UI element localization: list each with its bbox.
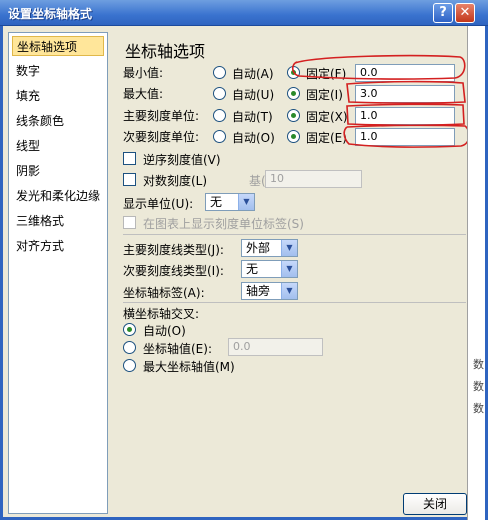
edge-glyph: 数 <box>473 380 484 393</box>
log-scale-checkbox[interactable] <box>123 173 136 186</box>
base-field[interactable]: 10 <box>265 170 362 188</box>
max-auto-label: 自动(U) <box>232 88 275 102</box>
sidebar-item-alignment[interactable]: 对齐方式 <box>12 236 104 256</box>
cross-value-radio[interactable] <box>123 341 136 354</box>
sidebar-item-shadow[interactable]: 阴影 <box>12 161 104 181</box>
section-title: 坐标轴选项 <box>125 42 206 61</box>
minor-unit-label: 次要刻度单位: <box>123 130 200 144</box>
display-unit-value: 无 <box>210 195 223 209</box>
display-unit-select[interactable]: 无 ▼ <box>205 193 255 211</box>
display-unit-label: 显示单位(U): <box>123 197 194 211</box>
sidebar-item-label: 数字 <box>16 64 41 78</box>
major-unit-fixed-label: 固定(X) <box>306 110 348 124</box>
show-unit-label-checkbox[interactable] <box>123 216 136 229</box>
minor-tick-label: 次要刻度线类型(I): <box>123 264 224 278</box>
max-auto-radio[interactable] <box>213 87 226 100</box>
axis-labels-select[interactable]: 轴旁 ▼ <box>241 282 298 300</box>
edge-glyph: 数 <box>473 358 484 371</box>
cross-value-field[interactable]: 0.0 <box>228 338 323 356</box>
category-sidebar: 坐标轴选项 数字 填充 线条颜色 线型 阴影 发光和柔化边缘 三维格式 对齐方式 <box>8 32 108 514</box>
log-scale-label: 对数刻度(L) <box>143 174 208 188</box>
cross-value-label: 坐标轴值(E): <box>143 342 212 356</box>
minor-tick-value: 无 <box>246 262 259 276</box>
chevron-down-icon: ▼ <box>281 283 297 299</box>
edge-glyph: 数 <box>473 402 484 415</box>
sidebar-item-label: 阴影 <box>16 164 41 178</box>
sidebar-item-number[interactable]: 数字 <box>12 61 104 81</box>
help-icon: ? <box>439 5 447 20</box>
crosses-title: 横坐标轴交叉: <box>123 307 200 321</box>
min-fixed-label: 固定(F) <box>306 67 347 81</box>
dialog-body: 坐标轴选项 数字 填充 线条颜色 线型 阴影 发光和柔化边缘 三维格式 对齐方式… <box>0 26 488 520</box>
major-unit-field[interactable]: 1.0 <box>355 107 455 125</box>
sidebar-item-axis-options[interactable]: 坐标轴选项 <box>12 36 104 56</box>
max-fixed-label: 固定(I) <box>306 88 343 102</box>
major-unit-label: 主要刻度单位: <box>123 109 200 123</box>
background-edge: 数 数 数 <box>467 26 485 520</box>
max-fixed-radio[interactable] <box>287 87 300 100</box>
close-button[interactable]: 关闭 <box>403 493 467 515</box>
chevron-down-icon: ▼ <box>281 261 297 277</box>
sidebar-item-label: 发光和柔化边缘 <box>16 189 101 203</box>
max-value-field[interactable]: 3.0 <box>355 85 455 103</box>
minor-unit-field[interactable]: 1.0 <box>355 128 455 146</box>
major-unit-fixed-radio[interactable] <box>287 109 300 122</box>
min-auto-label: 自动(A) <box>232 67 274 81</box>
major-unit-auto-radio[interactable] <box>213 109 226 122</box>
major-tick-select[interactable]: 外部 ▼ <box>241 239 298 257</box>
sidebar-item-fill[interactable]: 填充 <box>12 86 104 106</box>
min-auto-radio[interactable] <box>213 66 226 79</box>
chevron-down-icon: ▼ <box>281 240 297 256</box>
minor-unit-fixed-label: 固定(E) <box>306 131 347 145</box>
axis-options-panel: 坐标轴选项 最小值: 自动(A) 固定(F) 0.0 最大值: 自动(U) 固定… <box>115 32 470 514</box>
sidebar-item-label: 对齐方式 <box>16 239 65 253</box>
min-fixed-radio[interactable] <box>287 66 300 79</box>
window-title: 设置坐标轴格式 <box>8 7 93 21</box>
divider <box>123 302 466 303</box>
window-close-button[interactable]: ✕ <box>455 3 475 23</box>
reverse-order-checkbox[interactable] <box>123 152 136 165</box>
major-tick-label: 主要刻度线类型(J): <box>123 243 224 257</box>
min-value-field[interactable]: 0.0 <box>355 64 455 82</box>
major-unit-auto-label: 自动(T) <box>232 110 273 124</box>
help-button[interactable]: ? <box>433 3 453 23</box>
close-icon: ✕ <box>459 5 471 20</box>
sidebar-item-3d-format[interactable]: 三维格式 <box>12 211 104 231</box>
sidebar-item-label: 线条颜色 <box>16 114 65 128</box>
axis-labels-value: 轴旁 <box>246 284 271 298</box>
sidebar-item-label: 填充 <box>16 89 41 103</box>
max-label: 最大值: <box>123 87 164 101</box>
minor-unit-auto-radio[interactable] <box>213 130 226 143</box>
axis-labels-label: 坐标轴标签(A): <box>123 286 205 300</box>
minor-unit-auto-label: 自动(O) <box>232 131 275 145</box>
cross-auto-radio[interactable] <box>123 323 136 336</box>
show-unit-label-text: 在图表上显示刻度单位标签(S) <box>143 217 304 231</box>
minor-tick-select[interactable]: 无 ▼ <box>241 260 298 278</box>
sidebar-item-line-color[interactable]: 线条颜色 <box>12 111 104 131</box>
minor-unit-fixed-radio[interactable] <box>287 130 300 143</box>
divider <box>123 234 466 235</box>
sidebar-item-label: 坐标轴选项 <box>17 40 78 54</box>
reverse-order-label: 逆序刻度值(V) <box>143 153 221 167</box>
sidebar-item-glow[interactable]: 发光和柔化边缘 <box>12 186 104 206</box>
close-button-label: 关闭 <box>422 497 447 511</box>
min-label: 最小值: <box>123 66 164 80</box>
sidebar-item-label: 线型 <box>16 139 41 153</box>
sidebar-item-line-style[interactable]: 线型 <box>12 136 104 156</box>
sidebar-item-label: 三维格式 <box>16 214 65 228</box>
cross-auto-label: 自动(O) <box>143 324 186 338</box>
major-tick-value: 外部 <box>246 241 271 255</box>
cross-max-label: 最大坐标轴值(M) <box>143 360 235 374</box>
chevron-down-icon: ▼ <box>238 194 254 210</box>
title-bar: 设置坐标轴格式 ? ✕ <box>0 0 488 26</box>
cross-max-radio[interactable] <box>123 359 136 372</box>
